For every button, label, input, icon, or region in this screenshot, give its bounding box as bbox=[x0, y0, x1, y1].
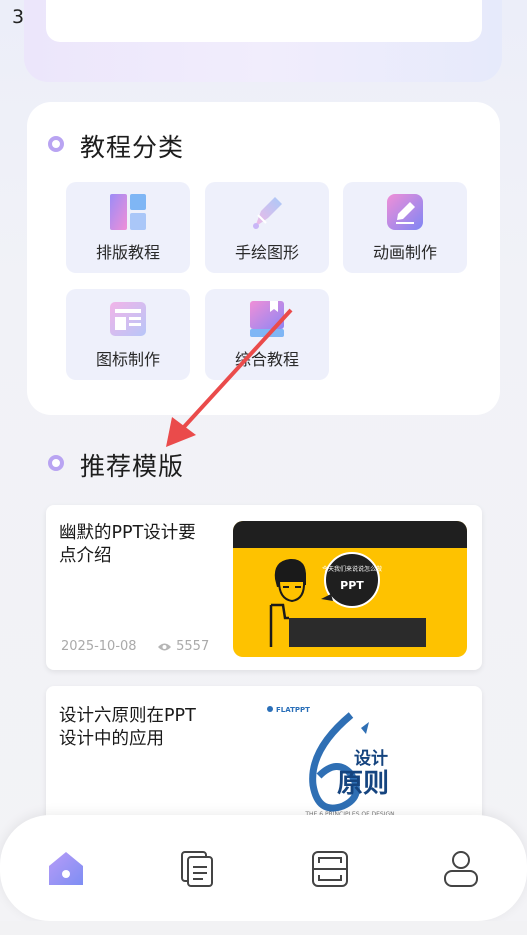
category-tile-general[interactable]: 综合教程 bbox=[205, 289, 329, 380]
scan-icon bbox=[312, 851, 348, 887]
category-label: 综合教程 bbox=[234, 350, 299, 369]
icon-design-icon bbox=[110, 302, 146, 336]
home-icon bbox=[49, 852, 83, 885]
nav-home[interactable] bbox=[46, 849, 86, 889]
category-tile-animation[interactable]: 动画制作 bbox=[343, 182, 467, 273]
category-tile-drawing[interactable]: 手绘图形 bbox=[205, 182, 329, 273]
system-navigation-area bbox=[0, 921, 527, 935]
category-label: 动画制作 bbox=[372, 243, 437, 262]
category-label: 手绘图形 bbox=[234, 243, 299, 262]
post-views: 5557 bbox=[157, 639, 209, 654]
category-tile-icon-design[interactable]: 图标制作 bbox=[66, 289, 190, 380]
post-thumbnail: 今天我们来说说怎么做 PPT bbox=[233, 521, 467, 657]
category-card: 教程分类 排版教程 手绘图形 动画制作 图标制作 综合教程 bbox=[27, 102, 500, 415]
layout-icon bbox=[110, 194, 146, 230]
post-title: 设计六原则在PPT设计中的应用 bbox=[59, 706, 196, 749]
documents-icon bbox=[181, 851, 213, 887]
brand-text: FLATPPT bbox=[276, 706, 310, 714]
post-card[interactable]: 幽默的PPT设计要点介绍 2025-10-08 5557 今天我们来说说怎么做 … bbox=[46, 505, 482, 670]
recommended-section-title: 推荐模版 bbox=[80, 452, 185, 481]
bubble-ppt: PPT bbox=[340, 579, 364, 592]
eye-icon bbox=[158, 643, 171, 650]
bottom-navigation bbox=[0, 815, 527, 921]
nav-documents[interactable] bbox=[177, 849, 217, 889]
user-icon bbox=[444, 851, 478, 887]
category-section-title: 教程分类 bbox=[80, 133, 185, 162]
category-label: 图标制作 bbox=[95, 350, 160, 369]
cover-title-top: 设计 bbox=[354, 748, 388, 769]
section-dot-icon bbox=[48, 455, 64, 471]
brush-icon bbox=[253, 197, 282, 229]
category-label: 排版教程 bbox=[95, 243, 160, 262]
nav-scan[interactable] bbox=[310, 849, 350, 889]
section-dot-icon bbox=[48, 136, 64, 152]
edit-icon bbox=[387, 194, 423, 230]
nav-profile[interactable] bbox=[441, 849, 481, 889]
cover-title-bottom: 原则 bbox=[337, 769, 389, 799]
post-date: 2025-10-08 bbox=[61, 639, 137, 654]
book-icon bbox=[250, 301, 284, 337]
category-tile-layout[interactable]: 排版教程 bbox=[66, 182, 190, 273]
banner-card-inner bbox=[46, 0, 482, 42]
bubble-text: 今天我们来说说怎么做 bbox=[322, 565, 382, 573]
post-title: 幽默的PPT设计要点介绍 bbox=[59, 523, 196, 566]
